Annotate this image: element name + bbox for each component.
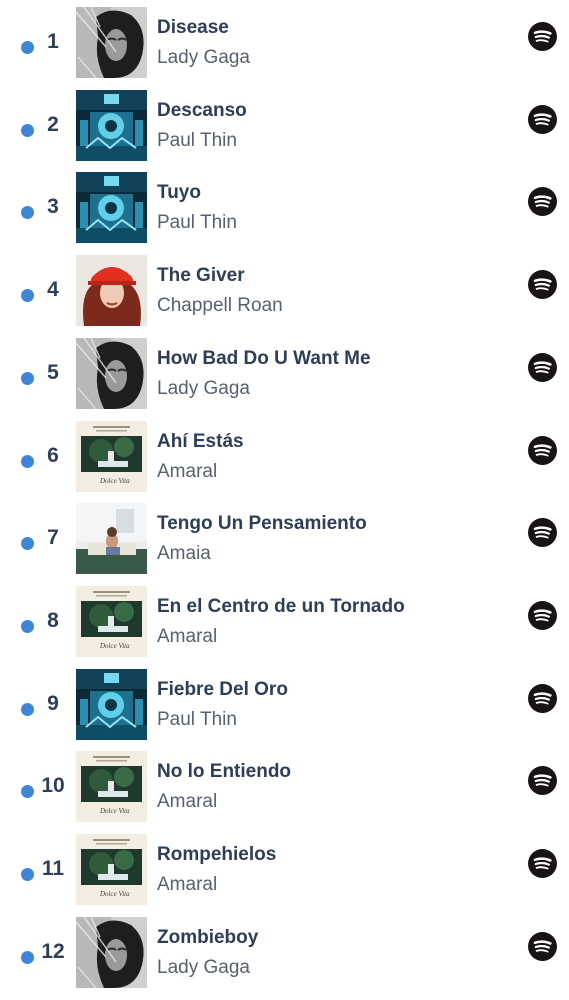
track-artist: Paul Thin — [157, 129, 237, 151]
spotify-icon[interactable] — [528, 270, 557, 300]
spotify-icon[interactable] — [528, 683, 557, 713]
track-artist: Lady Gaga — [157, 47, 250, 68]
track-artist: Chappell Roan — [157, 295, 283, 317]
track-title: Disease — [157, 17, 229, 38]
track-rank: 1 — [47, 30, 59, 53]
track-rank: 3 — [47, 195, 59, 219]
track-row-2: 2 Descanso Paul Thin — [0, 85, 569, 167]
track-rank: 8 — [47, 608, 59, 632]
spotify-icon[interactable] — [528, 600, 557, 630]
cover-blue-city — [76, 668, 147, 740]
svg-text:Dolce Vita: Dolce Vita — [99, 477, 130, 485]
track-title: Tengo Un Pensamiento — [157, 513, 367, 535]
cover-red-helmet — [76, 255, 147, 327]
spotify-icon[interactable] — [528, 187, 557, 217]
cover-dolce-vita: Dolce Vita — [76, 585, 147, 657]
bullet-dot-icon — [21, 950, 34, 964]
track-title: Ahí Estás — [157, 430, 244, 452]
track-row-3: 3 Tuyo Paul Thin — [0, 167, 569, 249]
bullet-dot-icon — [21, 289, 34, 303]
cover-mayhem — [76, 916, 147, 988]
track-row-6: 6 Dolce Vita Ahí Estás Amaral — [0, 416, 569, 498]
spotify-icon[interactable] — [528, 849, 557, 878]
svg-text:Dolce Vita: Dolce Vita — [99, 890, 130, 898]
track-row-8: 8 Dolce Vita En el Centro de un Tornado … — [0, 581, 569, 663]
track-rank: 11 — [41, 857, 65, 880]
bullet-dot-icon — [21, 785, 34, 799]
track-rank: 2 — [47, 112, 59, 136]
track-row-10: 10 Dolce Vita No lo Entiendo Amaral — [0, 746, 569, 828]
spotify-icon[interactable] — [528, 766, 557, 796]
track-rank: 5 — [47, 360, 59, 384]
spotify-icon[interactable] — [528, 435, 557, 465]
track-rank: 10 — [41, 774, 65, 798]
track-title: Tuyo — [157, 182, 201, 204]
track-artist: Amaia — [157, 543, 211, 565]
track-row-12: 12 Zombieboy Lady Gaga — [0, 912, 569, 994]
track-artist: Lady Gaga — [157, 377, 250, 399]
track-row-9: 9 Fiebre Del Oro Paul Thin — [0, 664, 569, 746]
track-row-5: 5 How Bad Do U Want Me Lady Gaga — [0, 333, 569, 415]
cover-dolce-vita: Dolce Vita — [76, 420, 147, 492]
track-title: Descanso — [157, 99, 247, 121]
track-artist: Amaral — [157, 791, 218, 813]
spotify-icon[interactable] — [528, 518, 557, 548]
track-artist: Amaral — [157, 625, 218, 647]
track-title: En el Centro de un Tornado — [157, 595, 405, 617]
bullet-dot-icon — [21, 123, 34, 137]
track-rank: 12 — [41, 939, 65, 963]
track-rank: 6 — [47, 443, 59, 467]
svg-text:Dolce Vita: Dolce Vita — [99, 642, 130, 650]
spotify-icon[interactable] — [528, 22, 557, 51]
bullet-dot-icon — [21, 868, 34, 881]
track-row-11: 11 Dolce Vita Rompehielos Amaral — [0, 829, 569, 911]
cover-amaia-room — [76, 503, 147, 575]
track-row-1: 1 Disease Lady Gaga — [0, 2, 569, 84]
track-row-4: 4 The Giver Chappell Roan — [0, 250, 569, 332]
spotify-icon[interactable] — [528, 352, 557, 382]
track-list: 1 Disease Lady Gaga 2 Descanso Paul Thin… — [0, 0, 569, 1000]
cover-dolce-vita: Dolce Vita — [76, 834, 147, 905]
track-title: No lo Entiendo — [157, 761, 292, 783]
cover-blue-city — [76, 172, 147, 244]
track-title: How Bad Do U Want Me — [157, 347, 371, 369]
bullet-dot-icon — [21, 702, 34, 716]
track-artist: Paul Thin — [157, 708, 237, 730]
track-title: Rompehielos — [157, 844, 277, 865]
bullet-dot-icon — [21, 206, 34, 220]
track-rank: 9 — [47, 691, 59, 715]
track-artist: Paul Thin — [157, 212, 237, 234]
bullet-dot-icon — [21, 537, 34, 551]
track-rank: 4 — [47, 278, 59, 302]
spotify-icon[interactable] — [528, 931, 557, 961]
track-title: The Giver — [157, 265, 245, 287]
track-artist: Lady Gaga — [157, 956, 250, 978]
svg-text:Dolce Vita: Dolce Vita — [99, 807, 130, 815]
cover-blue-city — [76, 89, 147, 161]
track-artist: Amaral — [157, 460, 218, 482]
cover-mayhem — [76, 337, 147, 409]
spotify-icon[interactable] — [528, 104, 557, 134]
track-title: Fiebre Del Oro — [157, 678, 288, 700]
bullet-dot-icon — [21, 619, 34, 633]
track-row-7: 7 Tengo Un Pensamiento Amaia — [0, 498, 569, 580]
bullet-dot-icon — [21, 371, 34, 385]
cover-mayhem — [76, 7, 147, 78]
track-artist: Amaral — [157, 874, 218, 895]
bullet-dot-icon — [21, 454, 34, 468]
cover-dolce-vita: Dolce Vita — [76, 751, 147, 823]
bullet-dot-icon — [21, 41, 34, 54]
track-title: Zombieboy — [157, 926, 259, 948]
track-rank: 7 — [47, 526, 59, 550]
